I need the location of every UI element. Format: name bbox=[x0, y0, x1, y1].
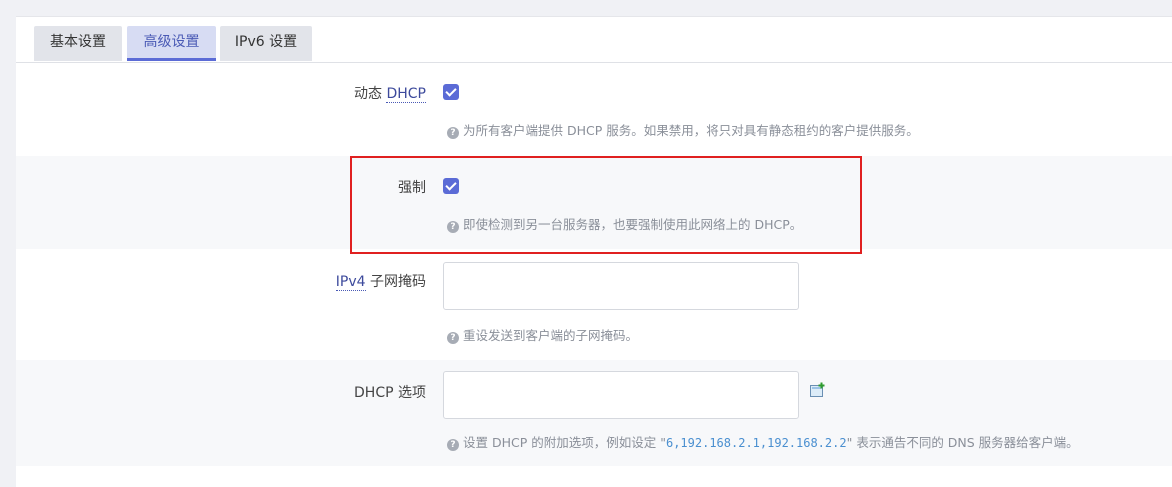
ipv4-netmask-input[interactable] bbox=[443, 262, 799, 310]
dhcp-options-label: DHCP 选项 bbox=[354, 385, 426, 401]
add-item-icon[interactable] bbox=[809, 382, 825, 398]
ipv4-netmask-hint: ? 重设发送到客户端的子网掩码。 bbox=[447, 325, 638, 344]
help-circle-icon: ? bbox=[447, 439, 459, 451]
tab-bar: 基本设置 高级设置 IPv6 设置 bbox=[16, 17, 1172, 63]
settings-panel: 基本设置 高级设置 IPv6 设置 动态 DHCP ? 为所有客户端提供 DHCP… bbox=[16, 16, 1172, 487]
tab-advanced-settings[interactable]: 高级设置 bbox=[127, 26, 216, 61]
force-highlight-box bbox=[350, 156, 862, 254]
dynamic-dhcp-label: 动态 DHCP bbox=[354, 86, 426, 103]
tab-basic-settings[interactable]: 基本设置 bbox=[34, 26, 122, 61]
row-dhcp-options: DHCP 选项 ? 设置 DHCP 的附加选项，例如设定 "6,192.168.2… bbox=[16, 360, 1172, 466]
dhcp-options-input[interactable] bbox=[443, 371, 799, 419]
dhcp-abbr: DHCP bbox=[386, 86, 426, 103]
ipv4-netmask-label: IPv4 子网掩码 bbox=[335, 274, 426, 291]
ipv4-abbr: IPv4 bbox=[335, 274, 366, 291]
row-ipv4-netmask: IPv4 子网掩码 ? 重设发送到客户端的子网掩码。 bbox=[16, 249, 1172, 360]
tab-ipv6-settings[interactable]: IPv6 设置 bbox=[220, 26, 312, 61]
dynamic-dhcp-checkbox[interactable] bbox=[443, 84, 459, 100]
dhcp-options-example: 6,192.168.2.1,192.168.2.2 bbox=[665, 436, 847, 450]
dhcp-options-hint: ? 设置 DHCP 的附加选项，例如设定 "6,192.168.2.1,192.1… bbox=[447, 432, 1079, 451]
dynamic-dhcp-hint: ? 为所有客户端提供 DHCP 服务。如果禁用，将只对具有静态租约的客户提供服务。 bbox=[447, 120, 919, 139]
help-circle-icon: ? bbox=[447, 127, 459, 139]
help-circle-icon: ? bbox=[447, 332, 459, 344]
row-dynamic-dhcp: 动态 DHCP ? 为所有客户端提供 DHCP 服务。如果禁用，将只对具有静态租约… bbox=[16, 63, 1172, 156]
